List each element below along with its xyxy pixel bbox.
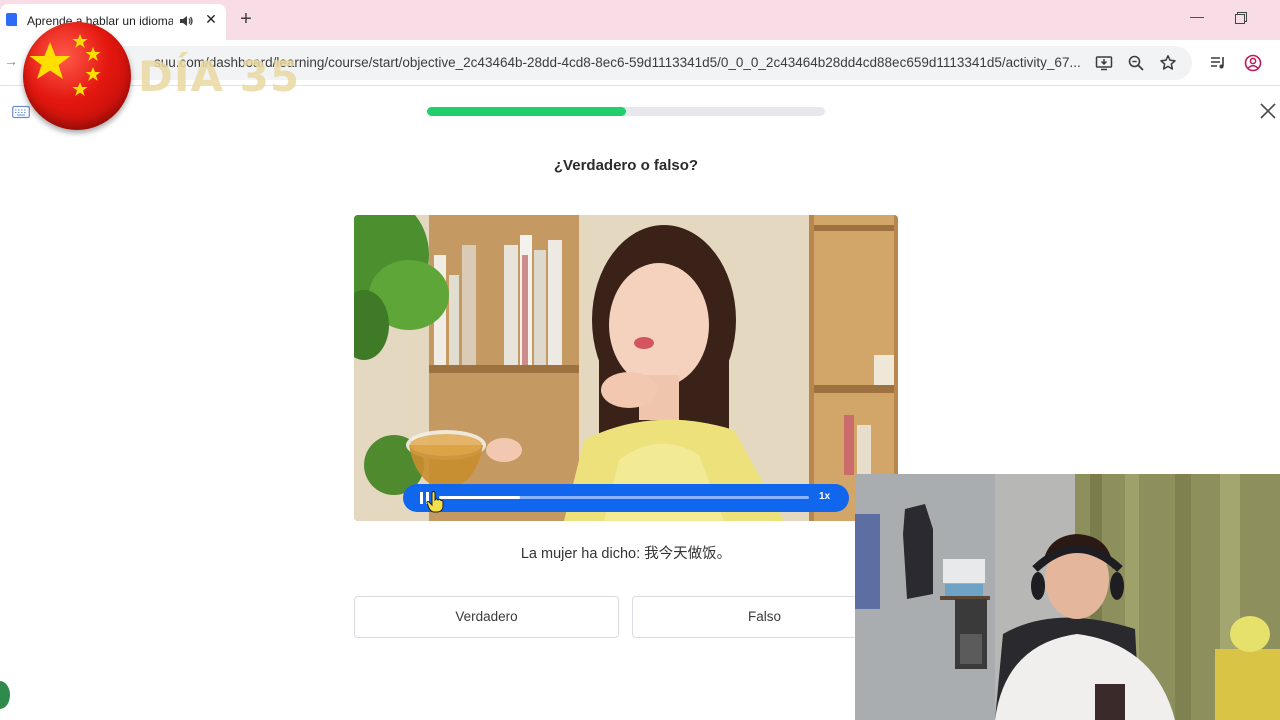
new-tab-icon[interactable]: +: [236, 7, 256, 31]
close-lesson-icon[interactable]: [1259, 102, 1277, 120]
browser-tab[interactable]: Aprende a hablar un idioma ✕: [0, 4, 226, 40]
media-controls-icon[interactable]: [1209, 54, 1227, 72]
audio-player[interactable]: 1x: [403, 484, 849, 512]
bookmark-star-icon[interactable]: [1159, 54, 1177, 72]
audio-seek-bar[interactable]: [439, 496, 809, 499]
lesson-progress-bar: [427, 107, 825, 116]
question-title: ¿Verdadero o falso?: [553, 157, 699, 174]
help-chat-icon[interactable]: [0, 681, 10, 709]
install-app-icon[interactable]: [1095, 54, 1113, 72]
forward-arrow-icon[interactable]: →: [4, 53, 18, 69]
keyboard-icon[interactable]: [12, 105, 30, 119]
hand-cursor-icon: [426, 491, 444, 513]
lesson-progress-fill: [427, 107, 626, 116]
audio-played-fill: [439, 496, 521, 499]
close-tab-icon[interactable]: ✕: [203, 11, 219, 29]
day-counter-label: DÍA 35: [138, 52, 301, 101]
busuu-favicon-icon: [6, 13, 17, 26]
lesson-photo: [354, 215, 898, 521]
answer-true-button[interactable]: Verdadero: [354, 596, 619, 638]
browser-tab-bar: Aprende a hablar un idioma ✕ + —: [0, 0, 1280, 40]
restore-window-icon[interactable]: [1235, 12, 1247, 24]
playback-speed-button[interactable]: 1x: [819, 491, 830, 502]
webcam-overlay: [855, 474, 1280, 720]
minimize-window-icon[interactable]: —: [1188, 8, 1206, 24]
speaker-icon[interactable]: [178, 13, 194, 29]
zoom-icon[interactable]: [1127, 54, 1145, 72]
tab-title: Aprende a hablar un idioma: [27, 14, 173, 28]
china-flag-badge: [23, 22, 131, 130]
profile-icon[interactable]: [1244, 54, 1262, 72]
